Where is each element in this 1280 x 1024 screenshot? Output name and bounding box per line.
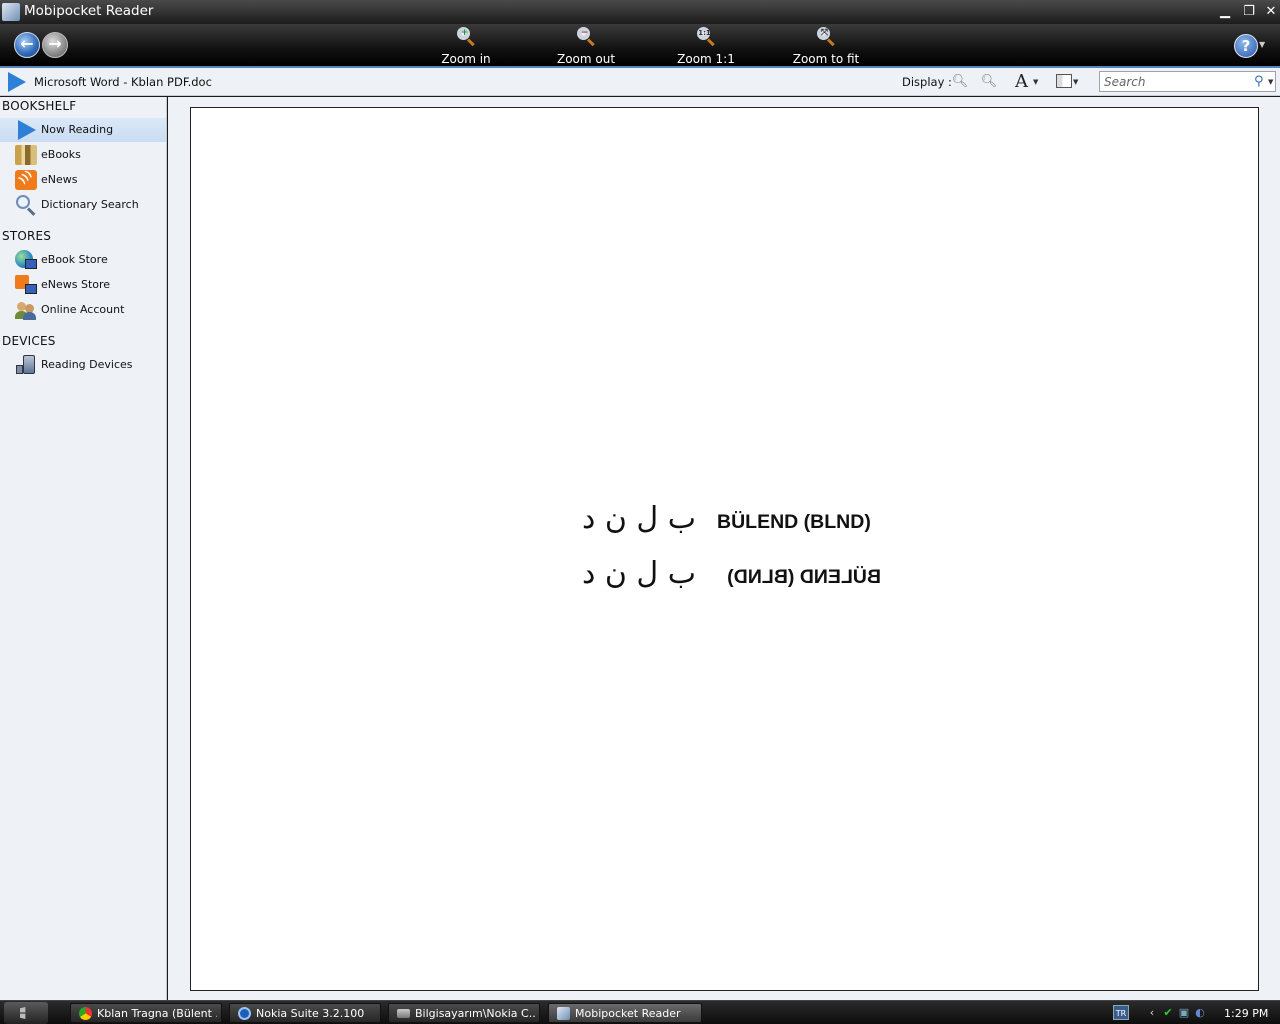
document-bar: Microsoft Word - Kblan PDF.doc Display :… — [0, 68, 1280, 96]
chevron-down-icon[interactable]: ▼ — [1259, 40, 1265, 49]
zoom-out-button[interactable]: − Zoom out — [531, 26, 641, 66]
arrow-left-icon: ← — [20, 34, 34, 53]
globe-icon — [15, 250, 37, 270]
search-box: ⚲ ▼ — [1099, 71, 1276, 92]
sidebar-item-online-account[interactable]: Online Account — [0, 298, 166, 322]
taskbar-item-nokia-suite[interactable]: Nokia Suite 3.2.100 — [229, 1003, 381, 1023]
zoom-out-icon: − — [576, 26, 596, 47]
explorer-icon — [397, 1009, 410, 1018]
taskbar-item-mobipocket[interactable]: Mobipocket Reader — [548, 1003, 702, 1023]
display-label: Display : — [902, 75, 952, 89]
layout-icon[interactable] — [1056, 74, 1072, 88]
window-title: Mobipocket Reader — [24, 3, 154, 19]
sidebar-item-ebooks[interactable]: eBooks — [0, 143, 166, 167]
ebooks-icon — [15, 145, 37, 165]
sidebar-item-now-reading[interactable]: Now Reading — [0, 118, 166, 142]
taskbar-item-label: Kblan Tragna (Bülent ... — [97, 1007, 217, 1020]
sidebar-item-label: eBooks — [41, 148, 81, 161]
document-title: Microsoft Word - Kblan PDF.doc — [34, 75, 212, 89]
taskbar-item-label: Nokia Suite 3.2.100 — [256, 1007, 365, 1020]
chevron-down-icon[interactable]: ▼ — [1268, 78, 1273, 86]
nokia-suite-icon — [238, 1007, 251, 1020]
sidebar-item-label: Reading Devices — [41, 358, 133, 371]
restore-button[interactable]: ❐ — [1239, 3, 1259, 21]
taskbar-item-chrome[interactable]: Kblan Tragna (Bülent ... — [70, 1003, 222, 1023]
mirrored-latin-text-line-2: BÜLEND (BLND) — [727, 566, 881, 588]
reading-area: ب ل ن د BÜLEND (BLND) ب ل ن د BÜLEND (BL… — [168, 97, 1280, 1000]
taskbar-item-explorer[interactable]: Bilgisayarım\Nokia C... — [388, 1003, 540, 1023]
sidebar-item-enews[interactable]: eNews — [0, 168, 166, 192]
zoom-actual-size-icon: 1:1 — [696, 26, 716, 47]
chevron-down-icon[interactable]: ▼ — [1073, 78, 1078, 86]
taskbar-item-label: Bilgisayarım\Nokia C... — [415, 1007, 535, 1020]
zoom-in-button[interactable]: + Zoom in — [411, 26, 521, 66]
system-tray: TR ‹ ✔ ▣ ◐ 1:29 PM — [1105, 1002, 1280, 1024]
zoom-in-label: Zoom in — [441, 52, 491, 66]
sidebar-item-label: Now Reading — [41, 123, 114, 136]
main-toolbar: ← → + Zoom in − Zoom out 1:1 Zoom 1:1 ⤧ … — [0, 24, 1280, 68]
rss-store-icon — [15, 275, 37, 295]
sidebar-item-reading-devices[interactable]: Reading Devices — [0, 353, 166, 377]
search-input[interactable] — [1101, 73, 1249, 90]
now-reading-icon — [8, 72, 26, 92]
sidebar-item-label: Dictionary Search — [41, 198, 139, 211]
sync-icon[interactable]: ◐ — [1193, 1005, 1207, 1020]
document-page[interactable]: ب ل ن د BÜLEND (BLND) ب ل ن د BÜLEND (BL… — [190, 107, 1259, 991]
title-bar: Mobipocket Reader ▁ ❐ ✕ — [0, 0, 1280, 24]
forward-button[interactable]: → — [42, 32, 68, 58]
zoom-in-small-icon[interactable]: 🔍︎ — [980, 73, 998, 91]
sidebar-item-label: eBook Store — [41, 253, 108, 266]
arabic-text-line-1: ب ل ن د — [581, 501, 696, 536]
zoom-to-fit-label: Zoom to fit — [792, 52, 860, 66]
font-size-icon[interactable]: A — [1015, 71, 1028, 92]
language-indicator[interactable]: TR — [1113, 1005, 1129, 1020]
people-icon — [15, 300, 37, 320]
zoom-to-fit-button[interactable]: ⤧ Zoom to fit — [771, 26, 881, 66]
device-icon — [15, 355, 37, 375]
zoom-out-label: Zoom out — [556, 52, 616, 66]
sidebar-item-label: Online Account — [41, 303, 125, 316]
latin-text-line-1: BÜLEND (BLND) — [717, 511, 871, 533]
zoom-1to1-label: Zoom 1:1 — [677, 52, 735, 66]
zoom-fit-icon: ⤧ — [816, 26, 836, 47]
sidebar-item-label: eNews — [41, 173, 78, 186]
stores-heading: STORES — [2, 229, 52, 243]
rss-icon — [15, 170, 37, 190]
chevron-left-icon[interactable]: ‹ — [1145, 1005, 1159, 1020]
sidebar-item-dictionary-search[interactable]: Dictionary Search — [0, 193, 166, 217]
devices-heading: DEVICES — [2, 334, 56, 348]
arabic-text-line-2: ب ل ن د — [581, 556, 696, 591]
chrome-icon — [79, 1007, 92, 1020]
clock[interactable]: 1:29 PM — [1224, 1007, 1268, 1020]
network-icon[interactable]: ▣ — [1177, 1005, 1191, 1020]
minimize-button[interactable]: ▁ — [1215, 3, 1235, 21]
back-button[interactable]: ← — [14, 32, 40, 58]
bookshelf-heading: BOOKSHELF — [2, 99, 77, 113]
sidebar-item-enews-store[interactable]: eNews Store — [0, 273, 166, 297]
magnifier-icon — [15, 195, 37, 216]
safely-remove-icon[interactable]: ✔ — [1161, 1005, 1175, 1020]
mobipocket-icon — [557, 1007, 570, 1020]
zoom-in-icon: + — [456, 26, 476, 47]
taskbar: Kblan Tragna (Bülent ... Nokia Suite 3.2… — [0, 1000, 1280, 1024]
search-icon[interactable]: ⚲ — [1254, 74, 1264, 89]
sidebar-item-label: eNews Store — [41, 278, 111, 291]
taskbar-item-label: Mobipocket Reader — [575, 1007, 681, 1020]
now-reading-icon — [18, 120, 36, 140]
close-button[interactable]: ✕ — [1261, 3, 1280, 21]
help-button[interactable]: ? — [1234, 34, 1258, 58]
mobipocket-app-icon — [2, 3, 20, 21]
sidebar-item-ebook-store[interactable]: eBook Store — [0, 248, 166, 272]
arrow-right-icon: → — [48, 34, 62, 53]
zoom-out-small-icon[interactable]: 🔍︎ — [951, 73, 969, 91]
zoom-1to1-button[interactable]: 1:1 Zoom 1:1 — [651, 26, 761, 66]
start-button[interactable] — [4, 1002, 48, 1024]
mobipocket-window: Mobipocket Reader ▁ ❐ ✕ ← → + Zoom in − … — [0, 0, 1280, 1024]
sidebar: BOOKSHELF Now Reading eBooks eNews Dicti… — [0, 97, 167, 1000]
chevron-down-icon[interactable]: ▼ — [1033, 78, 1038, 86]
